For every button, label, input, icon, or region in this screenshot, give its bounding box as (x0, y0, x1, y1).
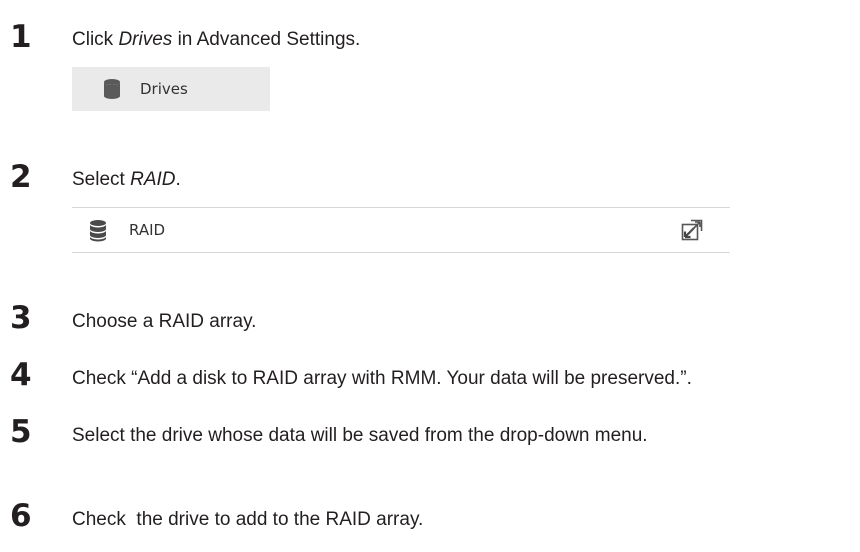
expand-icon[interactable] (681, 219, 703, 241)
step-text-part: Select (72, 169, 131, 190)
step-number: 5 (10, 414, 32, 450)
step-instruction: Select the drive whose data will be save… (72, 425, 648, 446)
database-icon (104, 79, 120, 99)
step-text-emphasis: RAID (130, 169, 176, 190)
step-text-emphasis: Drives (118, 29, 173, 50)
drives-menu-item[interactable]: Drives (72, 67, 270, 111)
step-instruction: Select RAID. (72, 170, 181, 189)
step-instruction: Check “Add a disk to RAID array with RMM… (72, 368, 692, 389)
drives-label: Drives (140, 80, 188, 98)
database-icon (90, 220, 106, 242)
step-number: 6 (10, 498, 32, 534)
step-instruction: Click Drives in Advanced Settings. (72, 30, 360, 49)
step-number: 2 (10, 159, 32, 195)
step-number: 4 (10, 357, 32, 393)
step-text-part: . (175, 169, 181, 190)
raid-label: RAID (129, 221, 166, 239)
step-instruction: Check the drive to add to the RAID array… (72, 509, 424, 530)
step-number: 3 (10, 300, 32, 336)
step-text-part: Click (72, 29, 119, 50)
raid-row[interactable]: RAID (72, 207, 730, 253)
step-instruction: Choose a RAID array. (72, 311, 257, 332)
step-text-part: in Advanced Settings. (172, 29, 361, 50)
step-number: 1 (10, 19, 32, 55)
